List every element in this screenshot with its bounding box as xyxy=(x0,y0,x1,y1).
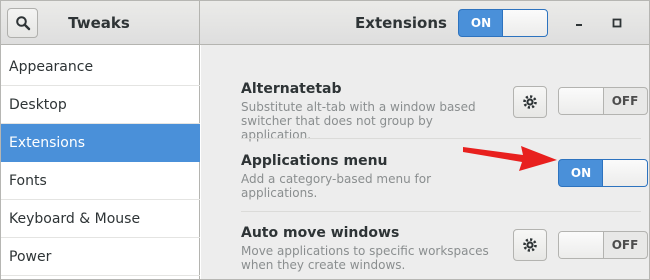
tweaks-window: Tweaks Extensions ON Appearance Desktop … xyxy=(0,0,650,280)
extension-description: Move applications to specific workspaces… xyxy=(241,244,489,272)
switch-state-label: OFF xyxy=(611,238,639,252)
extension-title: Applications menu xyxy=(241,153,388,169)
switch-state-label: OFF xyxy=(611,94,639,108)
sidebar-item-keyboard-mouse[interactable]: Keyboard & Mouse xyxy=(1,200,200,238)
extensions-global-switch[interactable]: ON xyxy=(458,9,548,37)
auto-move-windows-switch[interactable]: OFF xyxy=(558,231,648,259)
minimize-button[interactable] xyxy=(569,13,589,33)
switch-state-label: ON xyxy=(470,16,492,30)
extension-description: Substitute alt-tab with a window based s… xyxy=(241,100,476,142)
page-title: Extensions xyxy=(355,14,447,32)
header-bar: Tweaks Extensions ON xyxy=(1,1,649,45)
search-icon xyxy=(15,16,30,31)
search-button[interactable] xyxy=(7,8,38,38)
switch-knob xyxy=(559,88,604,114)
minimize-icon xyxy=(576,24,582,26)
annotation-arrow xyxy=(463,146,557,171)
extension-description: Add a category-based menu for applicatio… xyxy=(241,172,432,200)
switch-knob xyxy=(502,10,547,36)
sidebar: Appearance Desktop Extensions Fonts Keyb… xyxy=(1,45,200,279)
maximize-button[interactable] xyxy=(607,13,627,33)
sidebar-item-desktop[interactable]: Desktop xyxy=(1,86,200,124)
switch-knob xyxy=(602,160,647,186)
alternatetab-settings-button[interactable] xyxy=(513,86,547,118)
gear-icon xyxy=(523,95,537,109)
app-title: Tweaks xyxy=(68,14,130,32)
extension-title: Auto move windows xyxy=(241,225,400,241)
auto-move-windows-settings-button[interactable] xyxy=(513,229,547,261)
maximize-icon xyxy=(612,18,622,28)
applications-menu-switch[interactable]: ON xyxy=(558,159,648,187)
switch-state-label: ON xyxy=(570,166,592,180)
header-left-pane: Tweaks xyxy=(1,1,200,44)
sidebar-item-appearance[interactable]: Appearance xyxy=(1,48,200,86)
alternatetab-switch[interactable]: OFF xyxy=(558,87,648,115)
switch-knob xyxy=(559,232,604,258)
extensions-list: Alternatetab Substitute alt-tab with a w… xyxy=(201,45,649,279)
sidebar-item-extensions[interactable]: Extensions xyxy=(1,124,200,162)
sidebar-item-power[interactable]: Power xyxy=(1,238,200,276)
gear-icon xyxy=(523,238,537,252)
row-separator xyxy=(241,211,641,212)
sidebar-item-fonts[interactable]: Fonts xyxy=(1,162,200,200)
extension-title: Alternatetab xyxy=(241,81,342,97)
row-separator xyxy=(241,138,641,139)
